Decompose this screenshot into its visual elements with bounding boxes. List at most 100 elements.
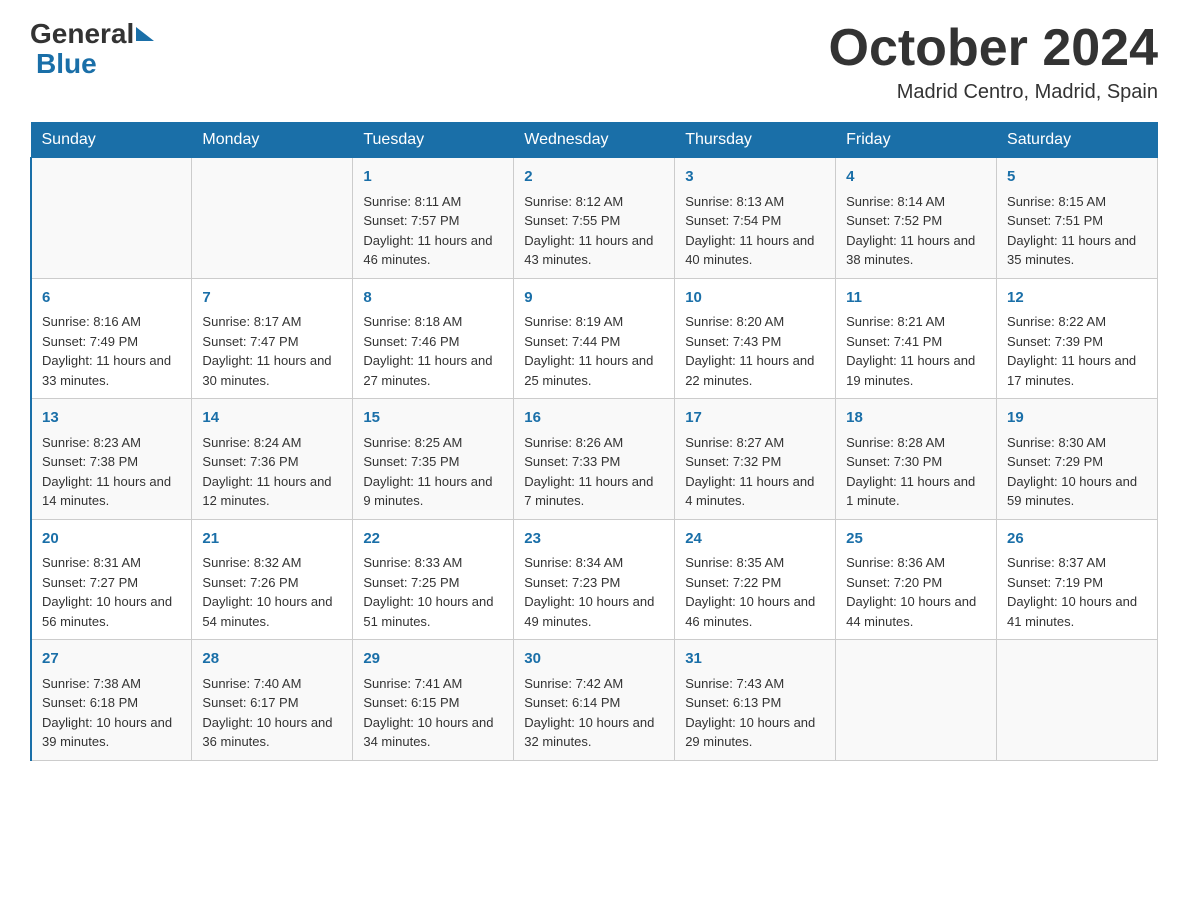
calendar-cell: 3 Sunrise: 8:13 AMSunset: 7:54 PMDaylight…	[675, 158, 836, 279]
calendar-week-row: 6Sunrise: 8:16 AMSunset: 7:49 PMDaylight…	[31, 278, 1158, 399]
day-info: Sunrise: 8:26 AMSunset: 7:33 PMDaylight:…	[524, 433, 664, 511]
calendar-cell: 13Sunrise: 8:23 AMSunset: 7:38 PMDayligh…	[31, 399, 192, 520]
day-info: Sunrise: 8:36 AMSunset: 7:20 PMDaylight:…	[846, 553, 986, 631]
header: General Blue October 2024 Madrid Centro,…	[30, 20, 1158, 104]
day-number: 30	[524, 648, 664, 671]
calendar-cell	[192, 158, 353, 279]
weekday-header-tuesday: Tuesday	[353, 123, 514, 158]
day-number: 23	[524, 528, 664, 551]
day-info: Sunrise: 7:38 AMSunset: 6:18 PMDaylight:…	[42, 674, 181, 752]
calendar-cell: 6Sunrise: 8:16 AMSunset: 7:49 PMDaylight…	[31, 278, 192, 399]
calendar-cell: 5 Sunrise: 8:15 AMSunset: 7:51 PMDaylight…	[997, 158, 1158, 279]
day-info: Sunrise: 7:40 AMSunset: 6:17 PMDaylight:…	[202, 674, 342, 752]
calendar-cell: 24Sunrise: 8:35 AMSunset: 7:22 PMDayligh…	[675, 519, 836, 640]
logo: General Blue	[30, 20, 154, 80]
day-number: 8	[363, 287, 503, 310]
calendar-cell: 17 Sunrise: 8:27 AMSunset: 7:32 PMDayligh…	[675, 399, 836, 520]
day-info: Sunrise: 8:32 AMSunset: 7:26 PMDaylight:…	[202, 553, 342, 631]
calendar-cell	[31, 158, 192, 279]
day-number: 20	[42, 528, 181, 551]
day-info: Sunrise: 8:35 AMSunset: 7:22 PMDaylight:…	[685, 553, 825, 631]
day-number: 19	[1007, 407, 1147, 430]
calendar-cell: 28 Sunrise: 7:40 AMSunset: 6:17 PMDayligh…	[192, 640, 353, 761]
day-info: Sunrise: 8:22 AMSunset: 7:39 PMDaylight:…	[1007, 312, 1147, 390]
day-info: Sunrise: 8:21 AMSunset: 7:41 PMDaylight:…	[846, 312, 986, 390]
calendar-cell: 25Sunrise: 8:36 AMSunset: 7:20 PMDayligh…	[836, 519, 997, 640]
day-number: 24	[685, 528, 825, 551]
day-info: Sunrise: 8:13 AMSunset: 7:54 PMDaylight:…	[685, 192, 825, 270]
day-info: Sunrise: 8:30 AMSunset: 7:29 PMDaylight:…	[1007, 433, 1147, 511]
day-number: 28	[202, 648, 342, 671]
day-number: 21	[202, 528, 342, 551]
day-info: Sunrise: 8:15 AMSunset: 7:51 PMDaylight:…	[1007, 192, 1147, 270]
weekday-header-saturday: Saturday	[997, 123, 1158, 158]
day-number: 15	[363, 407, 503, 430]
calendar-week-row: 20Sunrise: 8:31 AMSunset: 7:27 PMDayligh…	[31, 519, 1158, 640]
calendar-cell: 4 Sunrise: 8:14 AMSunset: 7:52 PMDaylight…	[836, 158, 997, 279]
day-number: 9	[524, 287, 664, 310]
calendar-cell: 22Sunrise: 8:33 AMSunset: 7:25 PMDayligh…	[353, 519, 514, 640]
day-info: Sunrise: 8:28 AMSunset: 7:30 PMDaylight:…	[846, 433, 986, 511]
day-number: 26	[1007, 528, 1147, 551]
calendar-cell: 1Sunrise: 8:11 AMSunset: 7:57 PMDaylight…	[353, 158, 514, 279]
calendar-cell: 16 Sunrise: 8:26 AMSunset: 7:33 PMDayligh…	[514, 399, 675, 520]
day-number: 13	[42, 407, 181, 430]
day-number: 3	[685, 166, 825, 189]
calendar-cell: 27Sunrise: 7:38 AMSunset: 6:18 PMDayligh…	[31, 640, 192, 761]
logo-arrow-icon	[136, 27, 154, 41]
calendar-week-row: 13Sunrise: 8:23 AMSunset: 7:38 PMDayligh…	[31, 399, 1158, 520]
day-number: 18	[846, 407, 986, 430]
weekday-header-sunday: Sunday	[31, 123, 192, 158]
calendar-cell: 26Sunrise: 8:37 AMSunset: 7:19 PMDayligh…	[997, 519, 1158, 640]
day-number: 12	[1007, 287, 1147, 310]
day-info: Sunrise: 8:19 AMSunset: 7:44 PMDaylight:…	[524, 312, 664, 390]
calendar-cell	[997, 640, 1158, 761]
calendar-cell: 11Sunrise: 8:21 AMSunset: 7:41 PMDayligh…	[836, 278, 997, 399]
calendar-cell: 30Sunrise: 7:42 AMSunset: 6:14 PMDayligh…	[514, 640, 675, 761]
calendar-week-row: 27Sunrise: 7:38 AMSunset: 6:18 PMDayligh…	[31, 640, 1158, 761]
location-subtitle: Madrid Centro, Madrid, Spain	[829, 81, 1159, 104]
title-area: October 2024 Madrid Centro, Madrid, Spai…	[829, 20, 1159, 104]
calendar-cell: 9Sunrise: 8:19 AMSunset: 7:44 PMDaylight…	[514, 278, 675, 399]
logo-blue-text: Blue	[36, 48, 97, 80]
day-info: Sunrise: 8:18 AMSunset: 7:46 PMDaylight:…	[363, 312, 503, 390]
day-info: Sunrise: 8:17 AMSunset: 7:47 PMDaylight:…	[202, 312, 342, 390]
calendar-week-row: 1Sunrise: 8:11 AMSunset: 7:57 PMDaylight…	[31, 158, 1158, 279]
day-info: Sunrise: 8:20 AMSunset: 7:43 PMDaylight:…	[685, 312, 825, 390]
day-number: 1	[363, 166, 503, 189]
calendar-cell: 19 Sunrise: 8:30 AMSunset: 7:29 PMDayligh…	[997, 399, 1158, 520]
weekday-header-friday: Friday	[836, 123, 997, 158]
calendar-cell: 2Sunrise: 8:12 AMSunset: 7:55 PMDaylight…	[514, 158, 675, 279]
day-info: Sunrise: 8:25 AMSunset: 7:35 PMDaylight:…	[363, 433, 503, 511]
day-number: 4	[846, 166, 986, 189]
day-number: 22	[363, 528, 503, 551]
calendar-cell: 23Sunrise: 8:34 AMSunset: 7:23 PMDayligh…	[514, 519, 675, 640]
day-info: Sunrise: 8:31 AMSunset: 7:27 PMDaylight:…	[42, 553, 181, 631]
calendar-cell: 15 Sunrise: 8:25 AMSunset: 7:35 PMDayligh…	[353, 399, 514, 520]
day-info: Sunrise: 8:37 AMSunset: 7:19 PMDaylight:…	[1007, 553, 1147, 631]
logo-general-text: General	[30, 20, 134, 48]
day-number: 29	[363, 648, 503, 671]
calendar-cell: 10Sunrise: 8:20 AMSunset: 7:43 PMDayligh…	[675, 278, 836, 399]
calendar-cell: 7Sunrise: 8:17 AMSunset: 7:47 PMDaylight…	[192, 278, 353, 399]
weekday-header-monday: Monday	[192, 123, 353, 158]
day-info: Sunrise: 8:12 AMSunset: 7:55 PMDaylight:…	[524, 192, 664, 270]
day-number: 17	[685, 407, 825, 430]
day-info: Sunrise: 8:14 AMSunset: 7:52 PMDaylight:…	[846, 192, 986, 270]
calendar-cell: 18 Sunrise: 8:28 AMSunset: 7:30 PMDayligh…	[836, 399, 997, 520]
day-number: 11	[846, 287, 986, 310]
calendar-cell	[836, 640, 997, 761]
day-number: 16	[524, 407, 664, 430]
day-info: Sunrise: 8:16 AMSunset: 7:49 PMDaylight:…	[42, 312, 181, 390]
day-info: Sunrise: 8:24 AMSunset: 7:36 PMDaylight:…	[202, 433, 342, 511]
day-info: Sunrise: 8:27 AMSunset: 7:32 PMDaylight:…	[685, 433, 825, 511]
calendar-cell: 12Sunrise: 8:22 AMSunset: 7:39 PMDayligh…	[997, 278, 1158, 399]
day-number: 25	[846, 528, 986, 551]
weekday-header-thursday: Thursday	[675, 123, 836, 158]
calendar-cell: 21Sunrise: 8:32 AMSunset: 7:26 PMDayligh…	[192, 519, 353, 640]
calendar-cell: 31Sunrise: 7:43 AMSunset: 6:13 PMDayligh…	[675, 640, 836, 761]
day-number: 7	[202, 287, 342, 310]
day-number: 5	[1007, 166, 1147, 189]
day-info: Sunrise: 7:41 AMSunset: 6:15 PMDaylight:…	[363, 674, 503, 752]
day-number: 14	[202, 407, 342, 430]
